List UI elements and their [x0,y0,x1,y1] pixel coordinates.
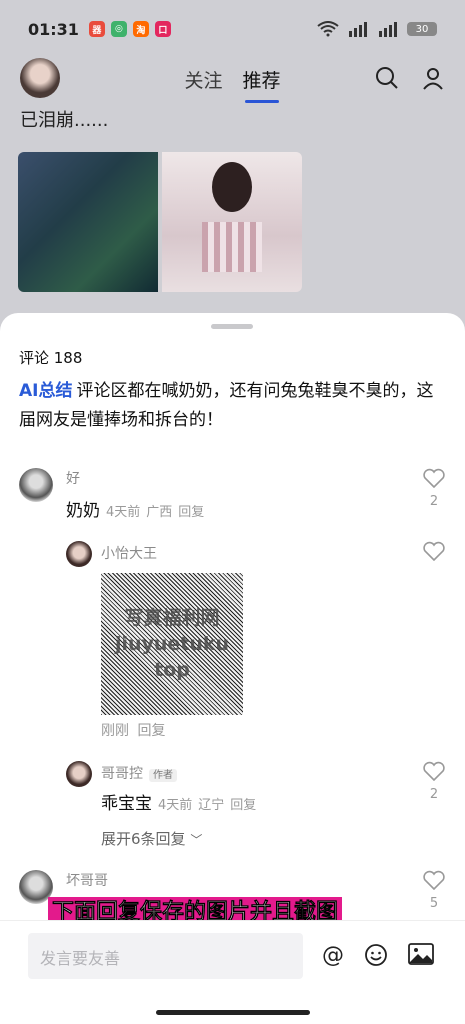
user-icon[interactable] [421,66,445,90]
reply-text: 乖宝宝 4天前 辽宁 回复 [101,789,256,814]
post-images [18,152,465,292]
reply-time: 4天前 [158,798,193,813]
avatar[interactable] [19,468,53,502]
tab-following[interactable]: 关注 [184,66,222,99]
comment-text: 奶奶 4天前 广西 回复 [66,496,204,521]
reply-time: 刚刚 [101,723,129,739]
comment-location: 广西 [146,505,173,520]
status-time: 01:31 [28,19,79,39]
watermark-line: jiuyuetuku [114,633,230,655]
ai-summary-tag: AI总结 [19,381,73,401]
status-bar: 01:31 器 ◎ 淘 口 30 [0,0,465,58]
feed-post: 已泪崩...... [0,106,465,292]
expand-replies-label: 展开6条回复 [101,830,186,848]
avatar[interactable] [66,761,92,787]
app-icon-green: ◎ [110,21,127,37]
emoji-icon[interactable] [364,943,388,967]
image-icon[interactable] [408,943,434,965]
reply-link[interactable]: 回复 [230,798,256,813]
mention-icon[interactable]: @ [322,943,344,968]
comment-count: 评论 188 [19,349,83,367]
reply-link[interactable]: 回复 [137,723,165,739]
wifi-icon [317,21,339,37]
comment-time: 4天前 [106,505,141,520]
comment-username[interactable]: 坏哥哥 [66,870,108,890]
watermark-line: 写真福利网 [124,607,220,629]
post-text: 已泪崩...... [20,110,109,131]
signal-icon [349,22,367,37]
tab-recommended[interactable]: 推荐 [243,66,281,103]
comment-body: 奶奶 [66,501,100,521]
reply-username[interactable]: 小怡大王 [101,543,157,563]
reply-link[interactable]: 回复 [178,505,204,520]
like-control[interactable]: 5 [423,870,445,911]
post-image-game[interactable] [18,152,158,292]
app-icon-pink: 口 [154,21,171,37]
sheet-drag-handle[interactable] [211,324,253,329]
expand-replies-button[interactable]: 展开6条回复 ﹀ [101,828,202,849]
signal-icon-2 [379,22,397,37]
reply-body: 乖宝宝 [101,794,152,814]
author-badge: 作者 [149,769,177,782]
comment-username[interactable]: 好 [66,468,80,488]
watermark-line: top [154,659,190,681]
reply-username: 哥哥控 作者 [101,763,177,783]
app-icon-taobao: 淘 [132,21,149,37]
status-app-icons: 器 ◎ 淘 口 [88,21,171,37]
chevron-down-icon: ﹀ [190,833,203,847]
like-control[interactable]: 2 [423,468,445,509]
like-count: 2 [429,787,439,802]
battery-icon: 30 [407,22,437,36]
heart-icon[interactable] [423,468,445,488]
search-icon[interactable] [375,66,399,90]
like-control[interactable] [423,541,445,561]
like-count: 2 [429,494,439,509]
comment-input-bar: 发言要友善 @ [0,920,465,1000]
reply-image[interactable]: 写真福利网 jiuyuetuku top [101,573,243,715]
app-icon-red: 器 [88,21,105,37]
heart-icon[interactable] [423,761,445,781]
like-control[interactable]: 2 [423,761,445,802]
avatar[interactable] [66,541,92,567]
home-indicator [156,1010,310,1015]
heart-icon[interactable] [423,541,445,561]
ai-summary-text: 评论区都在喊奶奶，还有问兔兔鞋臭不臭的，这届网友是懂捧场和拆台的！ [19,381,434,430]
post-image-girl[interactable] [162,152,302,292]
profile-avatar[interactable] [20,58,60,98]
reply-location: 辽宁 [198,798,225,813]
heart-icon[interactable] [423,870,445,890]
like-count: 5 [429,896,439,911]
comment-input[interactable]: 发言要友善 [28,933,303,979]
reply-username-text[interactable]: 哥哥控 [101,766,143,782]
top-nav: 关注 推荐 [0,58,465,106]
ai-summary: AI总结 评论区都在喊奶奶，还有问兔兔鞋臭不臭的，这届网友是懂捧场和拆台的！ [19,377,439,435]
status-indicators: 30 [317,21,437,37]
